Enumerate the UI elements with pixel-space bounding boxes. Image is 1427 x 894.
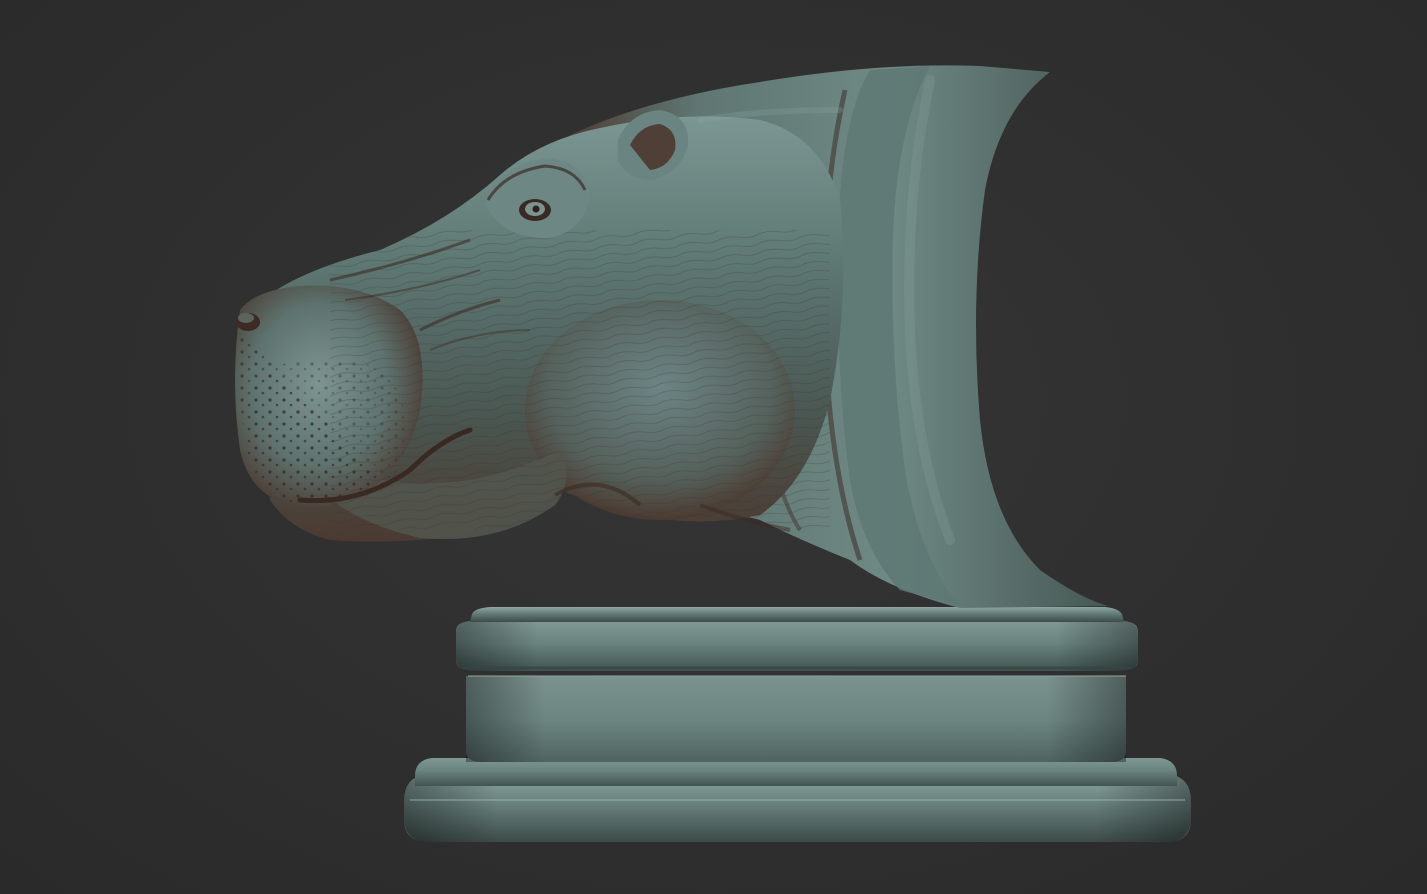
sculpt-render: [235, 65, 1191, 842]
pedestal: [404, 607, 1191, 842]
sculpt-viewport: [0, 0, 1427, 894]
hippo-head: [235, 65, 1108, 609]
pedestal-top-lip: [470, 607, 1124, 622]
pedestal-lower-step: [415, 758, 1177, 786]
